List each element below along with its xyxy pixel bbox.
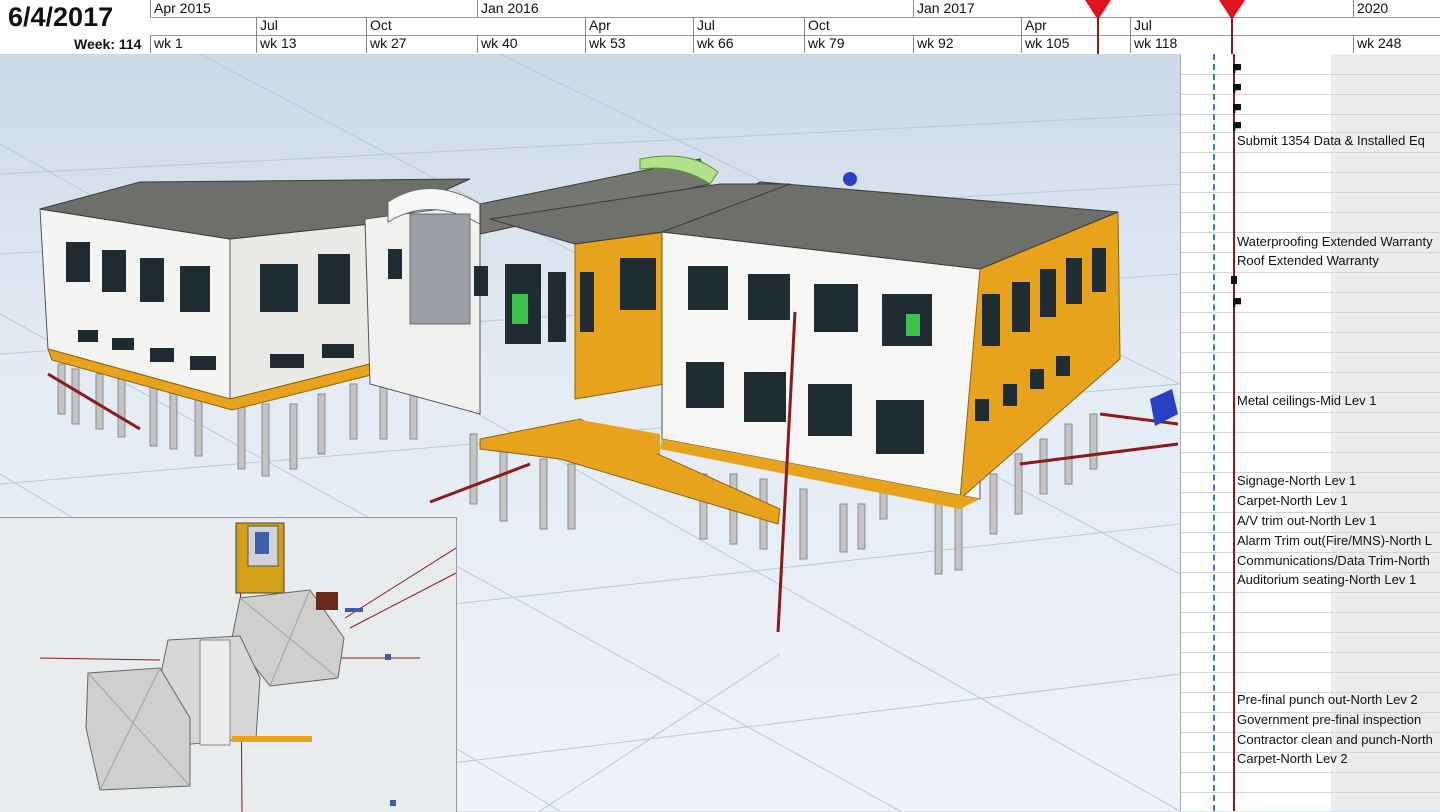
- milestone-flag-icon: [1233, 122, 1241, 131]
- timeline-year: Jan 2017: [913, 0, 1353, 17]
- timeline-week: wk 53: [585, 35, 693, 53]
- gantt-task[interactable]: Carpet-North Lev 2: [1237, 751, 1348, 766]
- timeline-start-marker[interactable]: [1085, 0, 1111, 20]
- timeline-week: wk 66: [693, 35, 804, 53]
- gantt-row-divider: [1181, 192, 1440, 193]
- gantt-row-divider: [1181, 152, 1440, 153]
- gantt-task[interactable]: Waterproofing Extended Warranty: [1237, 234, 1433, 249]
- gantt-task[interactable]: Contractor clean and punch-North: [1237, 732, 1433, 747]
- timeline-header[interactable]: Apr 2015 Jan 2016 Jan 2017 2020 Jul Oct …: [150, 0, 1440, 55]
- timeline-start-line: [1097, 18, 1099, 54]
- task-bar: [1231, 276, 1237, 284]
- current-week: Week: 114: [74, 36, 142, 52]
- minimap-top-view[interactable]: [0, 517, 457, 812]
- timeline-months-row: Jul Oct Apr Jul Oct Apr Jul: [150, 17, 1440, 36]
- timeline-week: wk 40: [477, 35, 585, 53]
- current-date: 6/4/2017: [8, 2, 114, 32]
- timeline-month: Apr: [1021, 17, 1130, 35]
- date-display: 6/4/2017 Week: 114: [0, 0, 150, 54]
- timeline-current-line: [1231, 18, 1233, 54]
- gantt-row-divider: [1181, 652, 1440, 653]
- gantt-row-divider: [1181, 632, 1440, 633]
- timeline-month: Jul: [693, 17, 804, 35]
- gantt-row-divider: [1181, 452, 1440, 453]
- timeline-month: Jul: [256, 17, 366, 35]
- gantt-row-divider: [1181, 292, 1440, 293]
- timeline-weeks-row: wk 1 wk 13 wk 27 wk 40 wk 53 wk 66 wk 79…: [150, 35, 1440, 53]
- milestone-flag-icon: [1233, 104, 1241, 113]
- gantt-row-divider: [1181, 372, 1440, 373]
- timeline-week: wk 92: [913, 35, 1021, 53]
- gantt-row-divider: [1181, 212, 1440, 213]
- gantt-task[interactable]: Metal ceilings-Mid Lev 1: [1237, 393, 1376, 408]
- gantt-task[interactable]: Pre-final punch out-North Lev 2: [1237, 692, 1418, 707]
- milestone-flag-icon: [1233, 84, 1241, 93]
- gantt-row-divider: [1181, 94, 1440, 95]
- gantt-row-divider: [1181, 432, 1440, 433]
- gantt-row-divider: [1181, 412, 1440, 413]
- gantt-current-date-line: [1233, 54, 1235, 811]
- timeline-week: wk 1: [150, 35, 256, 53]
- gantt-row-divider: [1181, 672, 1440, 673]
- gantt-row-divider: [1181, 772, 1440, 773]
- gantt-row-divider: [1181, 232, 1440, 233]
- gantt-row-divider: [1181, 172, 1440, 173]
- timeline-week: wk 118: [1130, 35, 1353, 53]
- gantt-task[interactable]: Communications/Data Trim-North: [1237, 553, 1430, 568]
- gantt-task[interactable]: Signage-North Lev 1: [1237, 473, 1356, 488]
- gantt-task[interactable]: Carpet-North Lev 1: [1237, 493, 1348, 508]
- timeline-week: wk 248: [1353, 35, 1440, 53]
- timeline-year: 2020: [1353, 0, 1440, 17]
- gantt-row-divider: [1181, 792, 1440, 793]
- timeline-month: Oct: [804, 17, 913, 35]
- gantt-task[interactable]: A/V trim out-North Lev 1: [1237, 513, 1376, 528]
- timeline-week: wk 27: [366, 35, 477, 53]
- timeline-month: Oct: [366, 17, 477, 35]
- gantt-row-divider: [1181, 332, 1440, 333]
- timeline-week: wk 105: [1021, 35, 1130, 53]
- gantt-task[interactable]: Alarm Trim out(Fire/MNS)-North L: [1237, 533, 1432, 548]
- timeline-year: Apr 2015: [150, 0, 477, 17]
- timeline-current-marker[interactable]: [1219, 0, 1245, 20]
- gantt-task[interactable]: Submit 1354 Data & Installed Eq: [1237, 133, 1425, 148]
- gantt-row-divider: [1181, 272, 1440, 273]
- gantt-row-divider: [1181, 592, 1440, 593]
- timeline-year: Jan 2016: [477, 0, 913, 17]
- timeline-week: wk 13: [256, 35, 366, 53]
- gantt-task[interactable]: Auditorium seating-North Lev 1: [1237, 572, 1416, 587]
- gantt-row-divider: [1181, 114, 1440, 115]
- milestone-flag-icon: [1233, 64, 1241, 73]
- gantt-task[interactable]: Roof Extended Warranty: [1237, 253, 1379, 268]
- timeline-week: wk 79: [804, 35, 913, 53]
- gantt-row-divider: [1181, 74, 1440, 75]
- gantt-row-divider: [1181, 352, 1440, 353]
- timeline-years-row: Apr 2015 Jan 2016 Jan 2017 2020: [150, 0, 1440, 18]
- timeline-month: Apr: [585, 17, 693, 35]
- gantt-row-divider: [1181, 312, 1440, 313]
- minimap-render: [39, 522, 456, 812]
- gantt-task-panel[interactable]: Submit 1354 Data & Installed Eq Waterpro…: [1180, 54, 1440, 811]
- gantt-task[interactable]: Government pre-final inspection: [1237, 712, 1421, 727]
- milestone-flag-icon: [1233, 298, 1241, 307]
- gantt-status-date-line: [1213, 54, 1215, 811]
- gantt-row-divider: [1181, 612, 1440, 613]
